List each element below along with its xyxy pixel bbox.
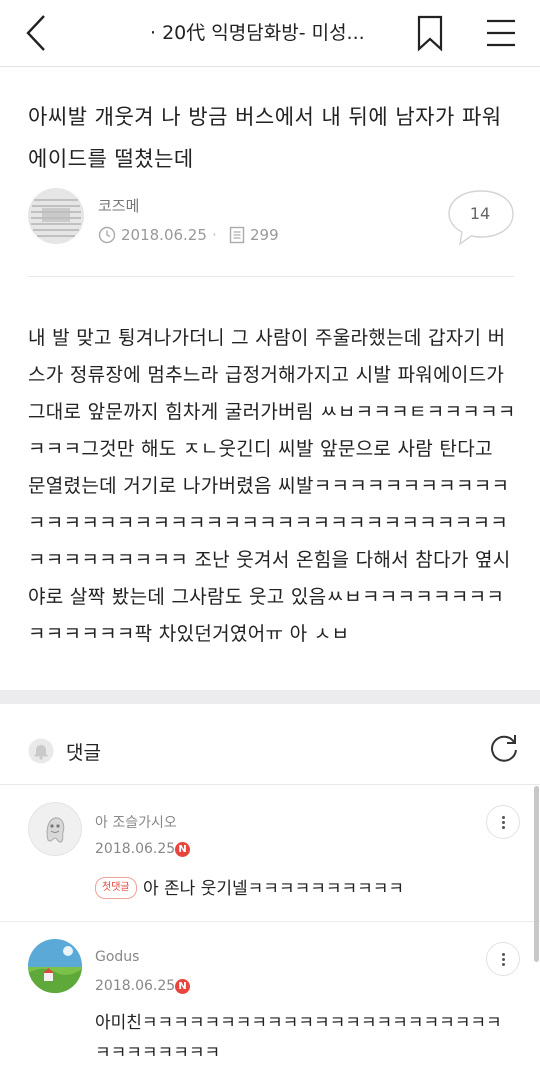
divider xyxy=(28,276,514,277)
top-bar: · 20代 익명담화방- 미성... xyxy=(0,0,540,67)
avatar-image xyxy=(28,188,84,244)
commenter-name[interactable]: Godus xyxy=(95,949,139,965)
more-options-button[interactable] xyxy=(486,942,520,976)
more-options-button[interactable] xyxy=(486,805,520,839)
new-badge: N xyxy=(175,979,190,994)
avatar-image xyxy=(28,939,82,993)
author-name[interactable]: 코즈메 xyxy=(98,195,139,216)
comment-count: 14 xyxy=(469,204,491,223)
refresh-icon xyxy=(491,735,517,762)
first-comment-badge: 첫댓글 xyxy=(95,877,137,899)
bell-icon[interactable] xyxy=(28,738,54,764)
post-body: 내 발 맞고 튕겨나가더니 그 사람이 주울라했는데 갑자기 버스가 정류장에 … xyxy=(28,327,516,645)
commenter-avatar[interactable] xyxy=(28,939,82,993)
comments-header: 댓글 xyxy=(0,704,540,785)
more-vertical-icon xyxy=(502,816,505,819)
back-button[interactable] xyxy=(18,12,58,54)
comments-label: 댓글 xyxy=(66,742,101,764)
bookmark-button[interactable] xyxy=(414,14,446,52)
scrollbar[interactable] xyxy=(534,786,539,962)
bookmark-icon xyxy=(417,15,443,52)
document-icon xyxy=(229,226,245,244)
board-title: · 20代 익명담화방- 미성... xyxy=(150,22,365,44)
post-date: 2018.06.25 xyxy=(121,226,207,244)
comment-date: 2018.06.25 xyxy=(95,841,176,857)
author-avatar[interactable] xyxy=(28,188,84,244)
new-badge: N xyxy=(175,842,190,857)
commenter-avatar[interactable] xyxy=(28,802,82,856)
post-title: 아씨발 개웃겨 나 방금 버스에서 내 뒤에 남자가 파워에이드를 떨쳤는데 xyxy=(28,105,502,171)
section-divider xyxy=(0,690,540,704)
view-count: 299 xyxy=(250,226,279,244)
chevron-left-icon xyxy=(26,15,45,51)
avatar-image xyxy=(28,802,82,856)
clock-icon xyxy=(98,226,116,244)
menu-button[interactable] xyxy=(484,16,518,50)
comment-date: 2018.06.25 xyxy=(95,978,176,994)
comment-item: 아 조슬가시오 2018.06.25 N 첫댓글 아 존나 웃기넬ㅋㅋㅋㅋㅋㅋㅋ… xyxy=(0,785,540,922)
comment-text: 아미친ㅋㅋㅋㅋㅋㅋㅋㅋㅋㅋㅋㅋㅋㅋㅋㅋㅋㅋㅋㅋㅋㅋㅋㅋㅋㅋㅋㅋㅋㅋㅋ xyxy=(95,1013,502,1063)
more-vertical-icon xyxy=(502,953,505,956)
comment-text: 아 존나 웃기넬ㅋㅋㅋㅋㅋㅋㅋㅋㅋㅋ xyxy=(143,879,405,899)
commenter-name[interactable]: 아 조슬가시오 xyxy=(95,812,177,832)
refresh-button[interactable] xyxy=(488,732,520,764)
meta-separator: · xyxy=(212,226,217,244)
comment-item: Godus 2018.06.25 N 아미친ㅋㅋㅋㅋㅋㅋㅋㅋㅋㅋㅋㅋㅋㅋㅋㅋㅋㅋ… xyxy=(0,922,540,1080)
hamburger-menu-icon xyxy=(487,19,515,47)
